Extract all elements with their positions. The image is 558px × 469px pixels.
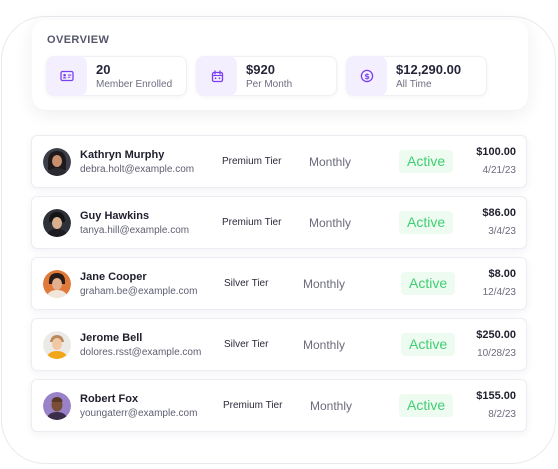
member-tier: Premium Tier — [222, 156, 282, 167]
member-name: Robert Fox — [80, 393, 139, 405]
member-name: Guy Hawkins — [80, 210, 150, 222]
stat-all-time: $ $12,290.00 All Time — [346, 56, 487, 96]
svg-text:$: $ — [364, 72, 370, 81]
member-email: debra.holt@example.com — [80, 164, 195, 175]
member-tier: Premium Tier — [222, 217, 282, 228]
member-email: graham.be@example.com — [80, 286, 198, 297]
billing-period: Monthly — [309, 216, 352, 230]
overview-panel: OVERVIEW 20 Member Enrolled $920 Per Mon… — [32, 20, 528, 110]
payment-amount: $100.00 — [476, 146, 516, 158]
member-tier: Silver Tier — [224, 339, 269, 350]
payment-date: 3/4/23 — [488, 226, 516, 237]
status-badge: Active — [399, 150, 454, 173]
member-name: Kathryn Murphy — [80, 149, 165, 161]
status-badge: Active — [399, 211, 454, 234]
stat-value: $920 — [246, 61, 275, 77]
avatar — [43, 331, 71, 359]
stat-label: Member Enrolled — [96, 78, 173, 90]
billing-period: Monthly — [303, 277, 346, 291]
calendar-icon — [197, 56, 237, 96]
member-row[interactable]: Kathryn Murphy debra.holt@example.com Pr… — [31, 135, 527, 188]
member-name: Jerome Bell — [80, 332, 143, 344]
member-row[interactable]: Jerome Bell dolores.rsst@example.com Sil… — [31, 318, 527, 371]
member-tier: Silver Tier — [224, 278, 269, 289]
avatar — [43, 392, 71, 420]
status-badge: Active — [401, 272, 456, 295]
billing-period: Monthly — [303, 338, 346, 352]
member-row[interactable]: Robert Fox youngaterr@example.com Premiu… — [31, 379, 527, 432]
payment-amount: $250.00 — [476, 329, 516, 341]
payment-date: 12/4/23 — [482, 287, 516, 298]
dollar-coin-icon: $ — [347, 56, 387, 96]
stat-members-enrolled: 20 Member Enrolled — [46, 56, 187, 96]
payment-date: 4/21/23 — [482, 165, 516, 176]
member-row[interactable]: Guy Hawkins tanya.hill@example.com Premi… — [31, 196, 527, 249]
id-card-icon — [47, 56, 87, 96]
member-email: tanya.hill@example.com — [80, 225, 190, 236]
billing-period: Monthly — [309, 155, 352, 169]
member-name: Jane Cooper — [80, 271, 147, 283]
avatar — [43, 148, 71, 176]
stat-value: 20 — [96, 61, 111, 77]
member-tier: Premium Tier — [223, 400, 283, 411]
status-badge: Active — [401, 333, 456, 356]
avatar — [43, 209, 71, 237]
payment-amount: $8.00 — [488, 268, 516, 280]
payment-amount: $86.00 — [482, 207, 516, 219]
avatar — [43, 270, 71, 298]
stat-value: $12,290.00 — [396, 61, 462, 77]
stat-per-month: $920 Per Month — [196, 56, 337, 96]
payment-amount: $155.00 — [476, 390, 516, 402]
stat-label: All Time — [396, 78, 432, 90]
member-email: dolores.rsst@example.com — [80, 347, 202, 358]
billing-period: Monthly — [310, 399, 353, 413]
member-email: youngaterr@example.com — [80, 408, 198, 419]
status-badge: Active — [399, 394, 454, 417]
payment-date: 8/2/23 — [488, 409, 516, 420]
stat-label: Per Month — [246, 78, 293, 90]
overview-title: OVERVIEW — [47, 34, 110, 46]
member-row[interactable]: Jane Cooper graham.be@example.com Silver… — [31, 257, 527, 310]
payment-date: 10/28/23 — [477, 348, 516, 359]
